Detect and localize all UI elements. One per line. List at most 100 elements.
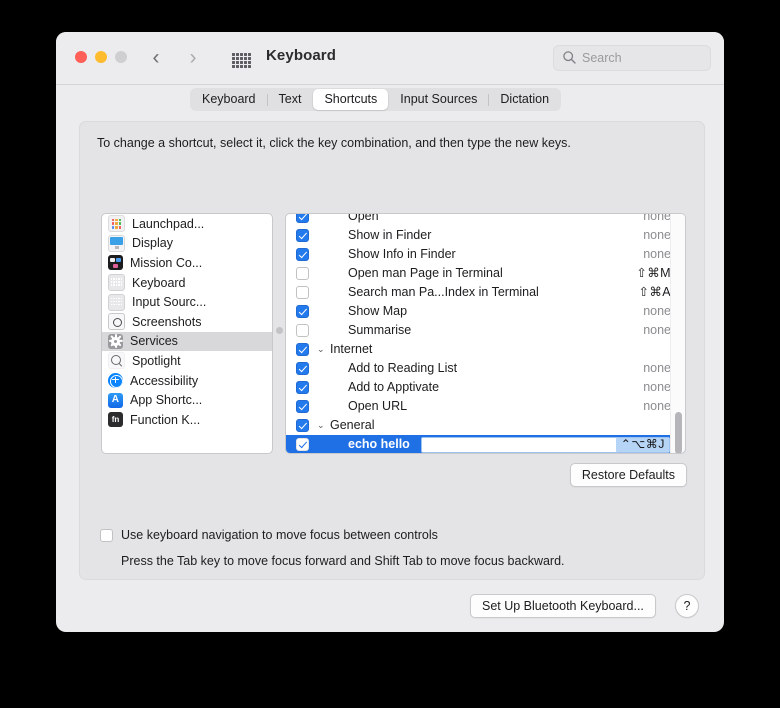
sidebar-item-screenshots[interactable]: Screenshots <box>102 312 272 332</box>
shortcut-key-value[interactable]: none <box>643 226 671 245</box>
shortcut-enabled-checkbox[interactable] <box>296 381 309 394</box>
shortcut-row[interactable]: Show Info in Findernone <box>286 245 685 264</box>
shortcut-enabled-checkbox[interactable] <box>296 343 309 356</box>
sidebar-item-app-shortc[interactable]: AApp Shortc... <box>102 390 272 410</box>
shortcut-enabled-checkbox[interactable] <box>296 400 309 413</box>
shortcut-enabled-checkbox[interactable] <box>296 362 309 375</box>
tab-keyboard[interactable]: Keyboard <box>191 89 267 110</box>
close-button[interactable] <box>75 51 87 63</box>
keyboard-preferences-window: ‹ › Keyboard Search KeyboardTextShortcut… <box>56 32 724 632</box>
shortcut-key-value[interactable]: none <box>643 213 671 226</box>
shortcut-row[interactable]: Show Mapnone <box>286 302 685 321</box>
tab-bar: KeyboardTextShortcutsInput SourcesDictat… <box>56 85 724 119</box>
minimize-button[interactable] <box>95 51 107 63</box>
search-icon <box>562 50 577 65</box>
shortcut-enabled-checkbox[interactable] <box>296 267 309 280</box>
shortcut-label: echo hello <box>348 435 410 454</box>
sidebar-item-label: Display <box>132 236 173 250</box>
shortcuts-list[interactable]: OpennoneShow in FindernoneShow Info in F… <box>285 213 686 454</box>
shortcut-label: Open man Page in Terminal <box>348 264 503 283</box>
chevron-down-icon[interactable]: ⌄ <box>317 340 329 359</box>
shortcut-key-value[interactable]: ⇧⌘M <box>636 264 671 283</box>
screenshots-icon <box>108 313 125 330</box>
tab-text[interactable]: Text <box>268 89 313 110</box>
keyboard-navigation-hint: Press the Tab key to move focus forward … <box>121 554 565 568</box>
function-keys-icon: fn <box>108 412 123 427</box>
sidebar-item-label: Function K... <box>130 413 200 427</box>
shortcut-categories-list[interactable]: Launchpad... Display Mission Co...Keyboard… <box>101 213 273 454</box>
shortcut-label: Internet <box>330 340 372 359</box>
sidebar-item-launchpad[interactable]: Launchpad... <box>102 214 272 234</box>
shortcut-enabled-checkbox[interactable] <box>296 438 309 451</box>
sidebar-item-input-sourc[interactable]: Input Sourc... <box>102 292 272 312</box>
sidebar-item-mission-co[interactable]: Mission Co... <box>102 253 272 273</box>
mission-control-icon <box>108 255 123 270</box>
shortcuts-scrollbar[interactable] <box>670 214 685 453</box>
back-chevron-icon[interactable]: ‹ <box>145 46 167 70</box>
shortcut-enabled-checkbox[interactable] <box>296 229 309 242</box>
shortcut-enabled-checkbox[interactable] <box>296 419 309 432</box>
shortcut-row[interactable]: echo hello ⌃⌥⌘J <box>286 435 685 454</box>
help-button[interactable]: ? <box>675 594 699 618</box>
tab-dictation[interactable]: Dictation <box>489 89 560 110</box>
show-all-grid-icon[interactable] <box>232 53 250 67</box>
shortcut-row[interactable]: Add to Apptivate none <box>286 378 685 397</box>
shortcut-row[interactable]: Summarisenone <box>286 321 685 340</box>
split-resize-handle[interactable] <box>276 327 283 334</box>
tab-group: KeyboardTextShortcutsInput SourcesDictat… <box>190 88 561 111</box>
shortcut-group-row[interactable]: ⌄General <box>286 416 685 435</box>
sidebar-item-label: Input Sourc... <box>132 295 206 309</box>
shortcut-label: Add to Apptivate <box>348 378 439 397</box>
shortcut-key-value[interactable]: ⇧⌘A <box>638 283 671 302</box>
forward-chevron-icon[interactable]: › <box>182 46 204 70</box>
shortcut-row[interactable]: Add to Reading Listnone <box>286 359 685 378</box>
shortcut-key-value[interactable]: none <box>643 321 671 340</box>
sidebar-item-services[interactable]: Services <box>102 332 272 352</box>
shortcut-enabled-checkbox[interactable] <box>296 286 309 299</box>
zoom-button[interactable] <box>115 51 127 63</box>
shortcut-key-input[interactable]: ⌃⌥⌘J <box>421 437 670 453</box>
sidebar-item-display[interactable]: Display <box>102 234 272 254</box>
restore-defaults-button[interactable]: Restore Defaults <box>570 463 687 487</box>
sidebar-item-label: Accessibility <box>130 374 198 388</box>
shortcuts-scroll-content: OpennoneShow in FindernoneShow Info in F… <box>286 213 685 454</box>
shortcut-row[interactable]: Show in Findernone <box>286 226 685 245</box>
keyboard-navigation-row[interactable]: Use keyboard navigation to move focus be… <box>100 528 438 542</box>
shortcut-key-value[interactable]: none <box>643 359 671 378</box>
shortcut-row[interactable]: Open man Page in Terminal ⇧⌘M <box>286 264 685 283</box>
scrollbar-thumb[interactable] <box>675 412 682 454</box>
shortcut-enabled-checkbox[interactable] <box>296 305 309 318</box>
shortcut-key-value[interactable]: none <box>643 302 671 321</box>
sidebar-item-label: Screenshots <box>132 315 201 329</box>
shortcut-enabled-checkbox[interactable] <box>296 324 309 337</box>
shortcut-key-value[interactable]: none <box>643 245 671 264</box>
tab-input-sources[interactable]: Input Sources <box>389 89 488 110</box>
shortcut-enabled-checkbox[interactable] <box>296 248 309 261</box>
keyboard-icon <box>108 274 125 291</box>
search-field[interactable]: Search <box>553 45 711 71</box>
input-sources-icon <box>108 294 125 311</box>
services-gear-icon <box>108 334 123 349</box>
window-titlebar: ‹ › Keyboard Search <box>56 32 724 85</box>
sidebar-item-label: Spotlight <box>132 354 181 368</box>
shortcut-group-row[interactable]: ⌄Internet <box>286 340 685 359</box>
launchpad-icon <box>108 215 125 232</box>
shortcut-row[interactable]: Open URLnone <box>286 397 685 416</box>
set-up-bluetooth-keyboard-button[interactable]: Set Up Bluetooth Keyboard... <box>470 594 656 618</box>
shortcut-label: General <box>330 416 374 435</box>
instructions-text: To change a shortcut, select it, click t… <box>97 136 571 150</box>
shortcut-key-value[interactable]: none <box>643 378 671 397</box>
shortcut-enabled-checkbox[interactable] <box>296 213 309 223</box>
keyboard-navigation-label: Use keyboard navigation to move focus be… <box>121 528 438 542</box>
shortcut-row[interactable]: Opennone <box>286 213 685 226</box>
tab-shortcuts[interactable]: Shortcuts <box>313 89 388 110</box>
sidebar-item-accessibility[interactable]: Accessibility <box>102 371 272 391</box>
shortcut-key-value[interactable]: none <box>643 397 671 416</box>
sidebar-item-function-k[interactable]: fn Function K... <box>102 410 272 430</box>
sidebar-item-label: Services <box>130 334 178 348</box>
keyboard-navigation-checkbox[interactable] <box>100 529 113 542</box>
chevron-down-icon[interactable]: ⌄ <box>317 416 329 435</box>
sidebar-item-keyboard[interactable]: Keyboard <box>102 273 272 293</box>
sidebar-item-spotlight[interactable]: Spotlight <box>102 351 272 371</box>
shortcut-row[interactable]: Search man Pa...Index in Terminal⇧⌘A <box>286 283 685 302</box>
